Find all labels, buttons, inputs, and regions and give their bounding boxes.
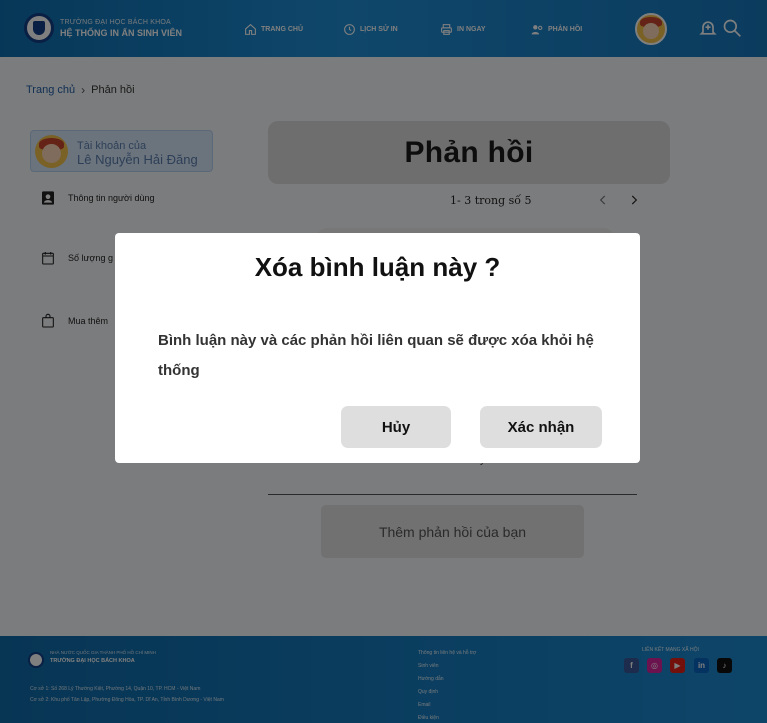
confirm-button[interactable]: Xác nhận xyxy=(480,406,602,448)
dialog-message: Bình luận này và các phản hồi liên quan … xyxy=(158,332,594,379)
delete-comment-dialog: Xóa bình luận này ? Bình luận này và các… xyxy=(115,233,640,463)
cancel-button[interactable]: Hủy xyxy=(341,406,451,448)
dialog-title: Xóa bình luận này ? xyxy=(254,252,501,282)
